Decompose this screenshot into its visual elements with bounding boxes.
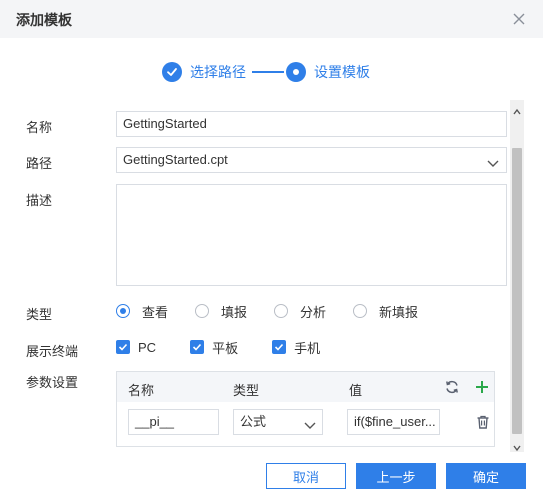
confirm-button[interactable]: 确定 — [446, 463, 526, 489]
scrollbar-thumb[interactable] — [512, 148, 522, 434]
description-label: 描述 — [26, 193, 53, 208]
delete-icon[interactable] — [475, 414, 491, 430]
chevron-down-icon — [303, 416, 317, 429]
radio-new-fill[interactable]: 新填报 — [353, 302, 418, 321]
checkbox-checked-icon — [272, 340, 287, 354]
radio-unchecked-icon — [353, 304, 368, 318]
radio-analyze-label: 分析 — [300, 304, 327, 320]
checkbox-mobile-label: 手机 — [294, 340, 321, 356]
param-type-select[interactable]: 公式 — [233, 409, 323, 435]
checkbox-tablet-label: 平板 — [212, 340, 239, 356]
checkbox-pc[interactable]: PC — [116, 340, 156, 355]
col-type-header: 类型 — [233, 383, 260, 398]
radio-checked-icon — [116, 304, 130, 318]
radio-view[interactable]: 查看 — [116, 302, 168, 321]
scroll-down-icon[interactable] — [513, 440, 521, 452]
prev-step-button[interactable]: 上一步 — [356, 463, 436, 489]
current-step-icon — [286, 62, 306, 82]
radio-analyze[interactable]: 分析 — [274, 302, 326, 321]
scroll-up-icon[interactable] — [513, 104, 521, 115]
param-type-value: 公式 — [240, 414, 267, 429]
path-value: GettingStarted.cpt — [123, 152, 228, 167]
param-value-input[interactable]: if($fine_user... — [347, 409, 440, 435]
terminal-label: 展示终端 — [26, 344, 79, 359]
type-radio-group: 查看 填报 分析 新填报 — [116, 302, 445, 320]
radio-new-fill-label: 新填报 — [379, 304, 419, 320]
radio-fill-label: 填报 — [221, 304, 248, 320]
close-icon[interactable] — [509, 9, 529, 29]
add-icon[interactable] — [474, 379, 490, 395]
checkbox-checked-icon — [190, 340, 205, 354]
checkbox-pc-label: PC — [138, 339, 157, 355]
checkbox-mobile[interactable]: 手机 — [272, 338, 320, 357]
params-table-header: 名称 类型 值 — [117, 372, 494, 402]
chevron-down-icon — [486, 154, 500, 167]
params-label: 参数设置 — [26, 375, 79, 390]
col-name-header: 名称 — [128, 383, 155, 398]
checkbox-tablet[interactable]: 平板 — [190, 338, 238, 357]
dialog-title: 添加模板 — [16, 12, 72, 28]
description-textarea[interactable] — [116, 184, 507, 286]
radio-fill[interactable]: 填报 — [195, 302, 247, 321]
radio-view-label: 查看 — [142, 304, 169, 320]
form-scrollbar[interactable] — [510, 100, 524, 452]
step-connector — [252, 71, 284, 73]
col-value-header: 值 — [349, 383, 363, 398]
add-template-dialog: 添加模板 选择路径 设置模板 名称 GettingStarted 路径 Gett… — [0, 0, 543, 496]
step-2-label: 设置模板 — [314, 64, 370, 80]
checkbox-checked-icon — [116, 340, 130, 354]
type-label: 类型 — [26, 307, 53, 322]
radio-unchecked-icon — [195, 304, 210, 318]
name-label: 名称 — [26, 120, 53, 135]
step-indicator: 选择路径 设置模板 — [162, 60, 370, 84]
name-input[interactable]: GettingStarted — [116, 111, 507, 137]
step-1-label: 选择路径 — [190, 64, 246, 80]
radio-unchecked-icon — [274, 304, 289, 318]
terminal-checkbox-group: PC 平板 手机 — [116, 338, 354, 357]
path-select[interactable]: GettingStarted.cpt — [116, 147, 507, 173]
params-table: 名称 类型 值 __pi__ 公式 if($fine_user... — [116, 371, 495, 447]
dialog-header: 添加模板 — [0, 0, 543, 38]
param-name-input[interactable]: __pi__ — [128, 409, 219, 435]
check-icon — [162, 62, 182, 82]
cancel-button[interactable]: 取消 — [266, 463, 346, 489]
refresh-icon[interactable] — [444, 379, 460, 395]
path-label: 路径 — [26, 156, 53, 171]
